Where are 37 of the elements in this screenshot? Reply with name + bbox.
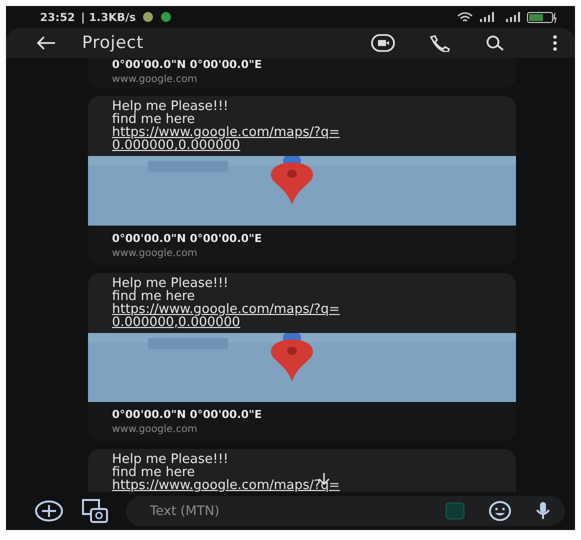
battery-icon — [527, 12, 557, 22]
map-link[interactable]: https://www.google.com/maps/?q= 0.000000,0.000000 — [112, 126, 492, 152]
message-bubble[interactable]: Help me Please!!! find me here https://www.google.com/maps/?q= 0.000000,0.000000 0°00'00.0"N 0°00'00.0"E www.google.com — [88, 96, 516, 265]
microphone-icon[interactable] — [535, 501, 551, 521]
message-bubble[interactable]: Help me Please!!! find me here https://www.google.com/maps/?q= 0.000000,0.000000 0°00'00.0"N 0°00'00.0"E www.google.com — [88, 272, 516, 442]
message-text: Help me Please!!! — [112, 100, 230, 114]
coordinates-text: 0°00'00.0"N 0°00'00.0"E — [112, 408, 263, 422]
notification-icon — [142, 11, 154, 23]
emoji-icon[interactable] — [489, 501, 511, 521]
status-time: 23:52 — [40, 10, 76, 24]
message-field[interactable]: Text (MTN) — [126, 496, 565, 526]
signal-icon — [479, 12, 495, 22]
coordinates-text: 0°00'00.0"N 0°00'00.0"E — [112, 232, 263, 245]
message-bubble[interactable]: Help me Please!!! find me here https://www.google.com/maps/?q= — [88, 449, 516, 492]
network-speed: | 1.3KB/s — [81, 10, 136, 24]
gallery-button[interactable] — [82, 499, 108, 523]
coordinates-text: 0°00'00.0"N 0°00'00.0"E — [112, 58, 263, 71]
message-text: find me here — [112, 466, 195, 480]
more-options-button[interactable] — [553, 35, 557, 51]
site-text: www.google.com — [112, 424, 198, 436]
notification-icon — [160, 11, 172, 23]
video-call-button[interactable] — [371, 34, 395, 52]
message-text: find me here — [112, 113, 195, 126]
map-link[interactable]: https://www.google.com/maps/?q= 0.000000,0.000000 — [112, 302, 492, 329]
message-text: Help me Please!!! — [112, 453, 230, 466]
message-bubble[interactable]: 0°00'00.0"N 0°00'00.0"E www.google.com — [88, 58, 516, 88]
wifi-icon — [457, 12, 473, 22]
site-text: www.google.com — [112, 74, 198, 85]
message-text: Help me Please!!! — [112, 276, 230, 290]
site-text: www.google.com — [112, 248, 198, 259]
phone-button[interactable] — [429, 34, 451, 52]
map-link[interactable]: https://www.google.com/maps/?q= — [112, 479, 492, 492]
conversation-title: Project — [82, 33, 145, 53]
search-button[interactable] — [485, 35, 505, 51]
add-button[interactable] — [34, 500, 64, 522]
message-text: find me here — [112, 290, 195, 303]
back-button[interactable] — [36, 35, 56, 51]
